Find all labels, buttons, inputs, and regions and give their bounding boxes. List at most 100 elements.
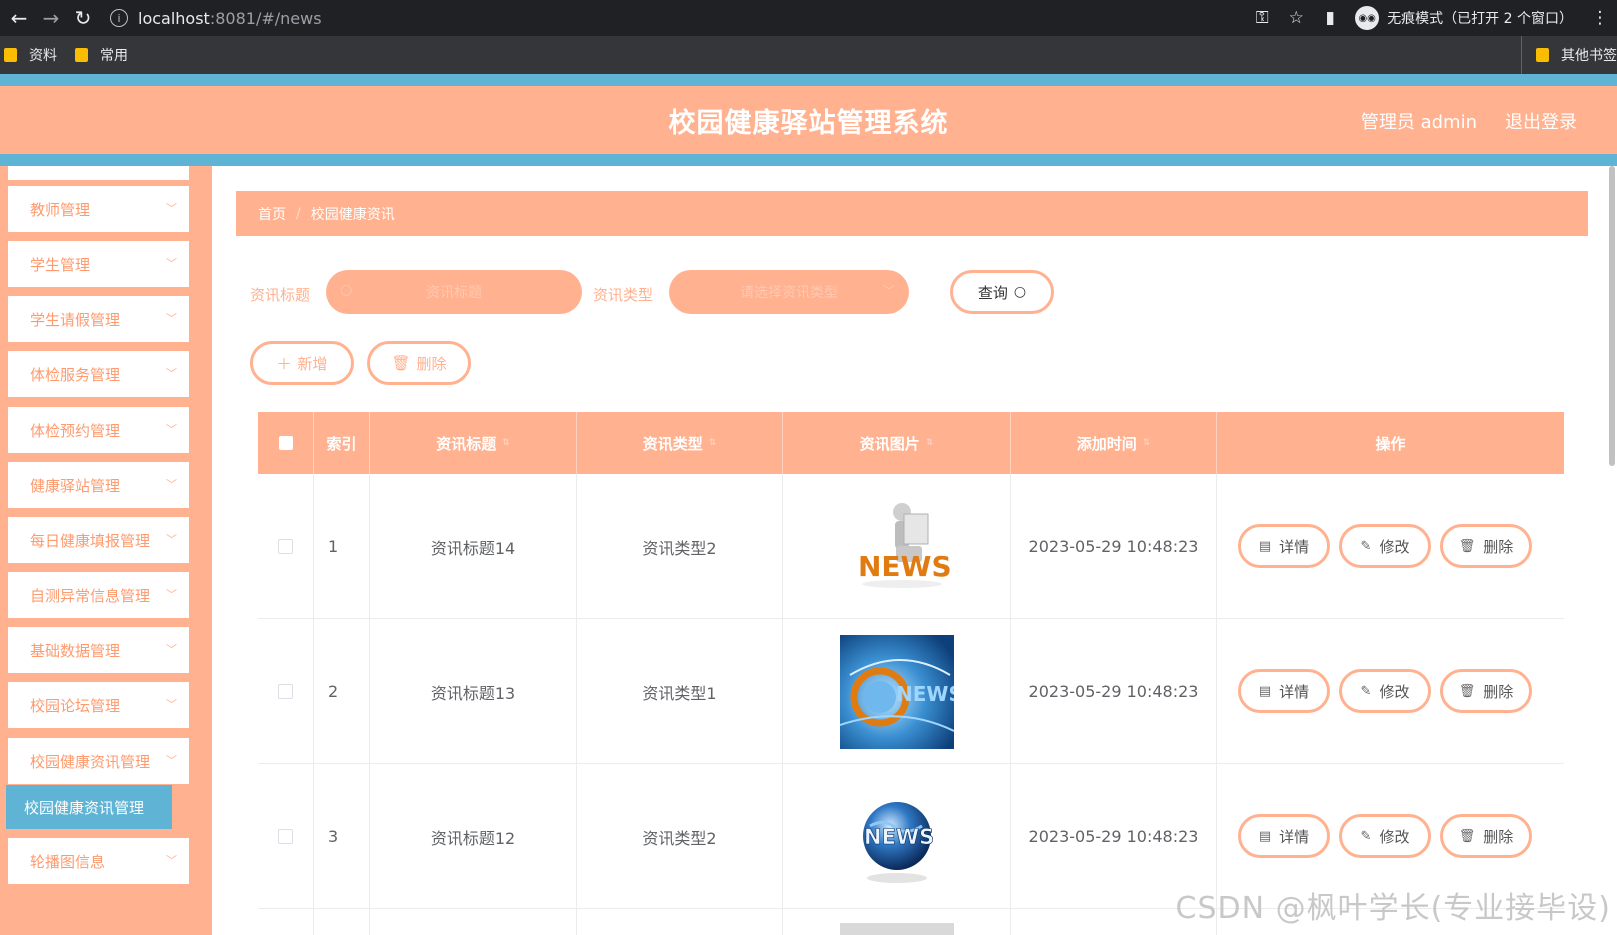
row-checkbox[interactable] xyxy=(278,539,293,554)
row-index: 2 xyxy=(314,619,370,764)
sort-icon[interactable]: ⇅ xyxy=(926,438,934,448)
row-title: 资讯标题14 xyxy=(370,474,577,619)
detail-button[interactable]: ▤ 详情 xyxy=(1238,524,1330,568)
edit-button[interactable]: ✎ 修改 xyxy=(1339,814,1431,858)
info-icon[interactable]: i xyxy=(110,9,128,27)
select-all-checkbox[interactable] xyxy=(278,436,293,450)
delete-button[interactable]: 🗑 删除 xyxy=(1440,669,1532,713)
delete-button[interactable]: 🗑 删除 xyxy=(1440,814,1532,858)
news-thumbnail[interactable]: NEWS xyxy=(839,489,954,604)
row-actions: ▤ 详情 ✎ 修改 🗑 删除 xyxy=(1217,619,1564,764)
current-user: 管理员 admin xyxy=(1360,112,1477,133)
incognito-indicator[interactable]: ◉◉ 无痕模式（已打开 2 个窗口） xyxy=(1355,6,1573,30)
row-image-cell xyxy=(783,909,1011,935)
sidebar-item-checkup-service[interactable]: 体检服务管理 ﹀ xyxy=(8,351,189,397)
row-select-cell xyxy=(258,764,314,909)
trash-icon: 🗑 xyxy=(1458,828,1476,844)
sort-icon[interactable]: ⇅ xyxy=(1143,438,1151,448)
query-button[interactable]: 查询 ○ xyxy=(950,270,1054,314)
chevron-down-icon: ﹀ xyxy=(166,312,177,325)
search-icon: ○ xyxy=(340,282,353,298)
detail-button[interactable]: ▤ 详情 xyxy=(1238,814,1330,858)
browser-toolbar: ← → ↻ i localhost:8081/#/news ⚿ ☆ ▮ ◉◉ 无… xyxy=(0,0,1617,36)
row-index: 3 xyxy=(314,764,370,909)
url-host: localhost xyxy=(138,8,210,28)
col-image[interactable]: 资讯图片 ⇅ xyxy=(783,412,1011,474)
sidebar-item-teacher[interactable]: 教师管理 ﹀ xyxy=(8,186,189,232)
chevron-down-icon: ﹀ xyxy=(166,698,177,711)
sidebar-item-health-station[interactable]: 健康驿站管理 ﹀ xyxy=(8,462,189,508)
reload-icon[interactable]: ↻ xyxy=(70,0,96,36)
row-checkbox[interactable] xyxy=(278,829,293,844)
row-time: 2023-05-29 10:48:23 xyxy=(1011,619,1217,764)
address-bar[interactable]: i localhost:8081/#/news xyxy=(110,0,322,36)
chevron-down-icon: ﹀ xyxy=(166,202,177,215)
document-icon: ▤ xyxy=(1258,683,1272,699)
news-thumbnail[interactable] xyxy=(839,923,954,935)
sidebar-item-basic-data[interactable]: 基础数据管理 ﹀ xyxy=(8,627,189,673)
chevron-down-icon: ﹀ xyxy=(882,284,895,298)
chevron-down-icon: ﹀ xyxy=(166,257,177,270)
row-type: 资讯类型1 xyxy=(577,619,783,764)
chevron-down-icon: ﹀ xyxy=(166,367,177,380)
edit-button[interactable]: ✎ 修改 xyxy=(1339,669,1431,713)
app-title: 校园健康驿站管理系统 xyxy=(668,107,949,139)
sort-icon[interactable]: ⇅ xyxy=(709,438,717,448)
row-image-cell: NEWS xyxy=(783,619,1011,764)
sidebar-item-leave[interactable]: 学生请假管理 ﹀ xyxy=(8,296,189,342)
sort-icon[interactable]: ⇅ xyxy=(502,438,510,448)
news-thumbnail[interactable]: NEWS xyxy=(839,634,954,749)
sidebar-item-checkup-booking[interactable]: 体检预约管理 ﹀ xyxy=(8,407,189,453)
folder-icon xyxy=(75,48,88,62)
delete-button[interactable]: 🗑 删除 xyxy=(1440,524,1532,568)
title-search-input[interactable]: ○ 资讯标题 xyxy=(326,270,582,314)
col-title[interactable]: 资讯标题 ⇅ xyxy=(370,412,577,474)
row-checkbox[interactable] xyxy=(278,684,293,699)
forward-icon[interactable]: → xyxy=(38,0,64,36)
news-image-text: NEWS xyxy=(858,550,952,583)
bookmark-folder-1[interactable]: 资料 xyxy=(4,45,57,65)
add-button[interactable]: ＋ 新增 xyxy=(250,341,354,385)
page-scrollbar[interactable] xyxy=(1609,166,1615,466)
batch-delete-button[interactable]: 🗑 删除 xyxy=(367,341,471,385)
detail-button[interactable]: ▤ 详情 xyxy=(1238,669,1330,713)
row-type xyxy=(577,909,783,935)
row-time: 2023-05-29 10:48:23 xyxy=(1011,474,1217,619)
incognito-label: 无痕模式（已打开 2 个窗口） xyxy=(1387,11,1573,27)
bookmarks-bar: 资料 常用 其他书签 xyxy=(0,36,1617,74)
type-select[interactable]: 请选择资讯类型 ﹀ xyxy=(669,270,909,314)
chevron-down-icon: ﹀ xyxy=(166,478,177,491)
pencil-icon: ✎ xyxy=(1360,683,1372,699)
side-panel-icon[interactable]: ▮ xyxy=(1313,8,1347,28)
menu-icon[interactable]: ⋮ xyxy=(1583,8,1617,28)
row-select-cell xyxy=(258,909,314,935)
bookmark-folder-2[interactable]: 常用 xyxy=(75,45,128,65)
news-image-text: NEWS xyxy=(864,825,934,849)
news-thumbnail[interactable]: NEWS xyxy=(839,779,954,894)
sidebar-item-daily-report[interactable]: 每日健康填报管理 ﹀ xyxy=(8,517,189,563)
trash-icon: 🗑 xyxy=(1458,538,1476,554)
sidebar-item-forum[interactable]: 校园论坛管理 ﹀ xyxy=(8,682,189,728)
row-actions: ▤ 详情 ✎ 修改 🗑 删除 xyxy=(1217,474,1564,619)
key-icon[interactable]: ⚿ xyxy=(1245,8,1279,28)
edit-button[interactable]: ✎ 修改 xyxy=(1339,524,1431,568)
news-image-text: NEWS xyxy=(896,682,954,706)
star-icon[interactable]: ☆ xyxy=(1279,8,1313,28)
sidebar-item-partial[interactable] xyxy=(8,166,189,180)
sidebar-item-news[interactable]: 校园健康资讯管理 ﹀ xyxy=(8,738,189,784)
sidebar-item-carousel[interactable]: 轮播图信息 ﹀ xyxy=(8,838,189,884)
sidebar-subitem-news-active[interactable]: 校园健康资讯管理 xyxy=(6,785,172,829)
sidebar-item-self-test[interactable]: 自测异常信息管理 ﹀ xyxy=(8,572,189,618)
col-time[interactable]: 添加时间 ⇅ xyxy=(1011,412,1217,474)
select-all-cell xyxy=(258,412,314,474)
pencil-icon: ✎ xyxy=(1360,828,1372,844)
logout-link[interactable]: 退出登录 xyxy=(1505,108,1577,134)
back-icon[interactable]: ← xyxy=(6,0,32,36)
title-filter-label: 资讯标题 xyxy=(250,286,311,304)
col-type[interactable]: 资讯类型 ⇅ xyxy=(577,412,783,474)
app-header: 校园健康驿站管理系统 管理员 admin 退出登录 xyxy=(0,86,1617,154)
other-bookmarks[interactable]: 其他书签 xyxy=(1521,36,1617,74)
trash-icon: 🗑 xyxy=(1458,683,1476,699)
breadcrumb-home[interactable]: 首页 xyxy=(258,204,286,224)
sidebar-item-student[interactable]: 学生管理 ﹀ xyxy=(8,241,189,287)
